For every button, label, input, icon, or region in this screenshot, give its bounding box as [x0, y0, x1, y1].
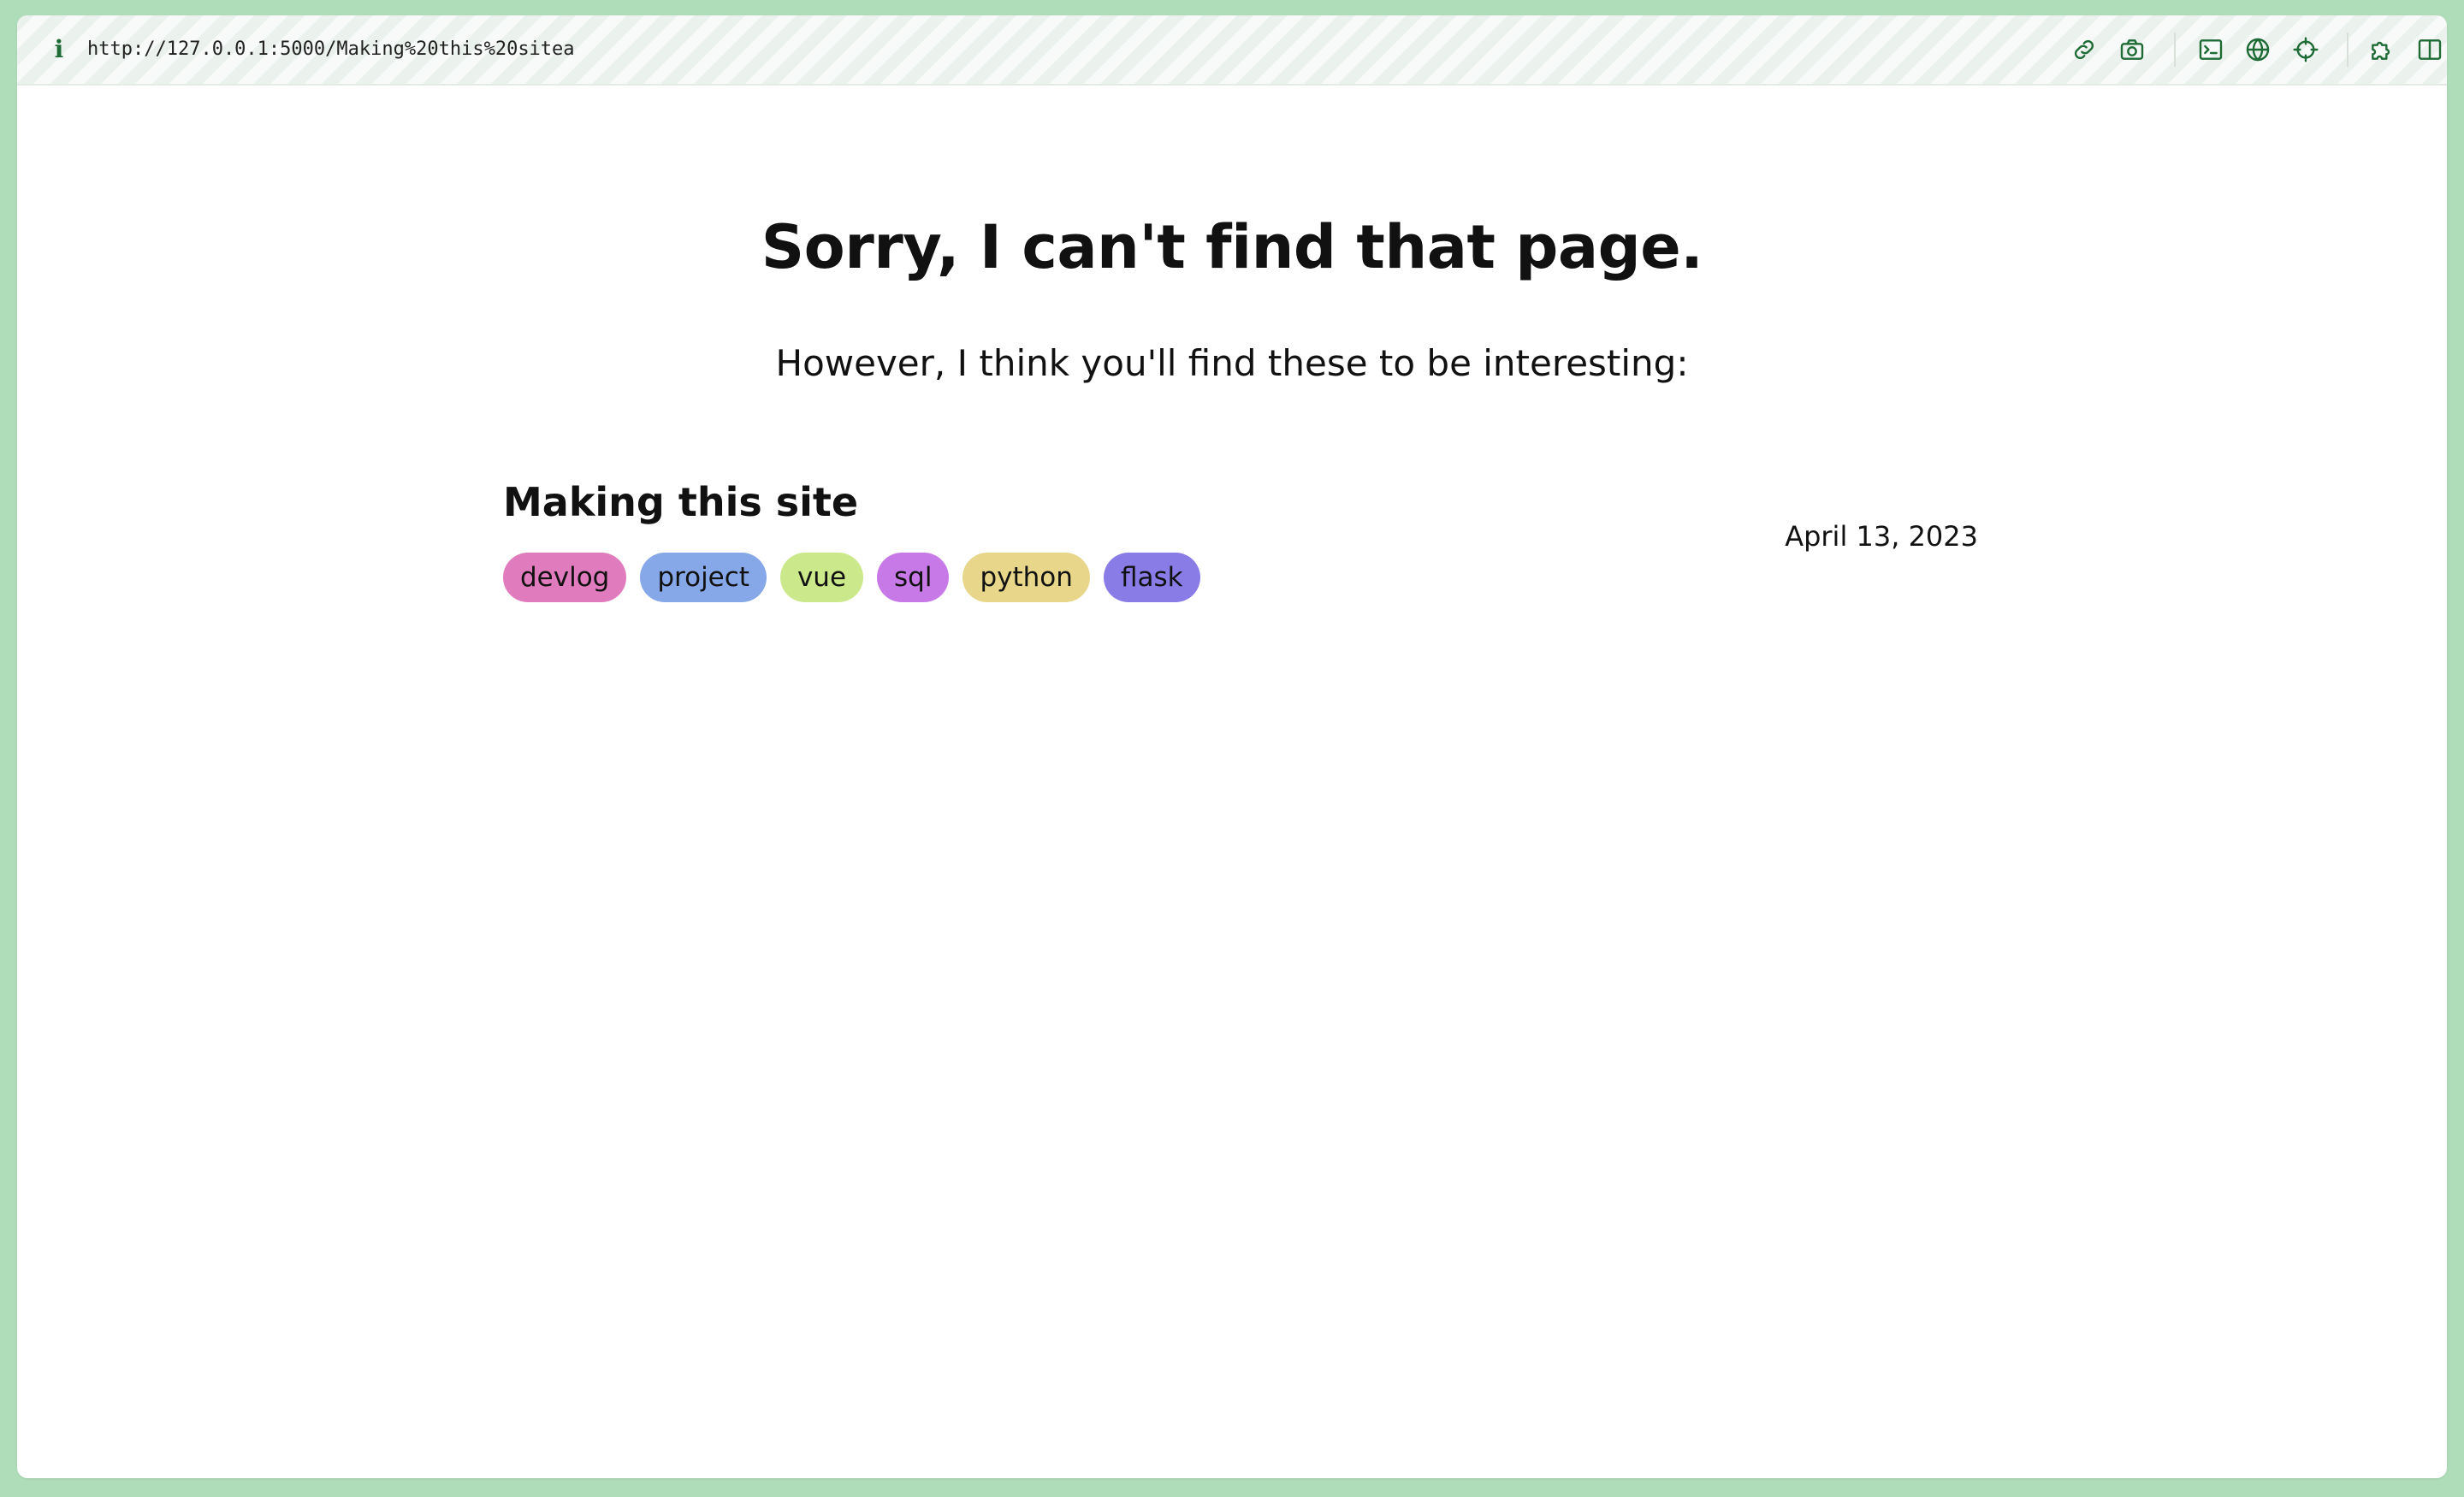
page-title: Sorry, I can't find that page. [761, 212, 1703, 282]
toolbar-divider [2174, 33, 2176, 67]
split-view-icon[interactable] [2414, 34, 2445, 65]
tag-flask[interactable]: flask [1103, 553, 1200, 602]
toolbar-divider [2347, 33, 2348, 67]
tag-sql[interactable]: sql [877, 553, 950, 602]
post-date: April 13, 2023 [1785, 520, 1978, 553]
post-item: Making this site April 13, 2023 devlog p… [503, 479, 1978, 616]
browser-toolbar: i http://127.0.0.1:5000/Making%20this%20… [17, 15, 2447, 86]
globe-icon[interactable] [2242, 34, 2273, 65]
page-subtitle: However, I think you'll find these to be… [775, 342, 1689, 384]
tag-vue[interactable]: vue [779, 553, 864, 602]
link-icon[interactable] [2069, 34, 2100, 65]
extension-icon[interactable] [2366, 34, 2397, 65]
info-icon[interactable]: i [46, 33, 72, 67]
tag-list: devlog project vue sql python flask [503, 553, 1200, 602]
terminal-icon[interactable] [2195, 34, 2226, 65]
address-bar[interactable]: http://127.0.0.1:5000/Making%20this%20si… [87, 33, 575, 67]
tag-python[interactable]: python [962, 553, 1090, 602]
crosshair-icon[interactable] [2290, 34, 2321, 65]
browser-window: i http://127.0.0.1:5000/Making%20this%20… [17, 15, 2447, 1478]
tag-project[interactable]: project [640, 553, 767, 602]
camera-icon[interactable] [2117, 34, 2147, 65]
page-content: Sorry, I can't find that page. However, … [17, 86, 2447, 1478]
tag-devlog[interactable]: devlog [503, 553, 627, 602]
post-title-link[interactable]: Making this site [503, 479, 858, 525]
